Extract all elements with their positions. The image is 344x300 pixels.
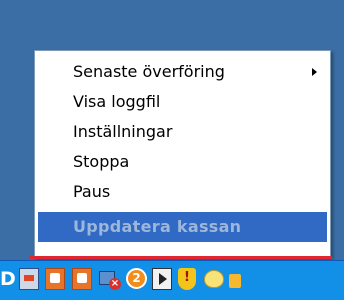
partial-tray-icon[interactable] [229, 274, 241, 288]
tray-context-menu: Senaste överföring Visa loggfil Inställn… [34, 50, 331, 258]
highlight-underline [30, 256, 332, 259]
menu-item-stoppa[interactable]: Stoppa [38, 147, 327, 177]
menu-item-uppdatera-kassan[interactable]: Uppdatera kassan [38, 212, 327, 242]
messenger-icon[interactable] [204, 270, 224, 288]
network-error-icon[interactable]: × [99, 268, 121, 290]
tray-label-d[interactable]: D [0, 268, 16, 290]
media-player-icon[interactable] [152, 268, 172, 290]
orange-app-icon[interactable] [72, 268, 92, 290]
menu-item-installningar[interactable]: Inställningar [38, 117, 327, 147]
menu-item-label: Visa loggfil [73, 92, 161, 111]
menu-item-label: Paus [73, 182, 111, 201]
menu-item-label: Uppdatera kassan [73, 217, 242, 236]
orange-app-icon[interactable] [45, 268, 65, 290]
shield-warning-icon[interactable]: ! [178, 268, 196, 290]
menu-item-senaste-overforing[interactable]: Senaste överföring [38, 57, 327, 87]
update-badge-icon[interactable]: 2 [126, 268, 147, 289]
menu-item-label: Inställningar [73, 122, 173, 141]
system-tray: D × 2 ! [0, 260, 344, 300]
menu-item-label: Stoppa [73, 152, 130, 171]
submenu-arrow-icon [312, 68, 317, 76]
error-x-icon: × [109, 278, 121, 290]
menu-item-paus[interactable]: Paus [38, 177, 327, 207]
menu-item-visa-loggfil[interactable]: Visa loggfil [38, 87, 327, 117]
menu-item-label: Senaste överföring [73, 62, 225, 81]
network-card-icon[interactable] [19, 268, 39, 290]
